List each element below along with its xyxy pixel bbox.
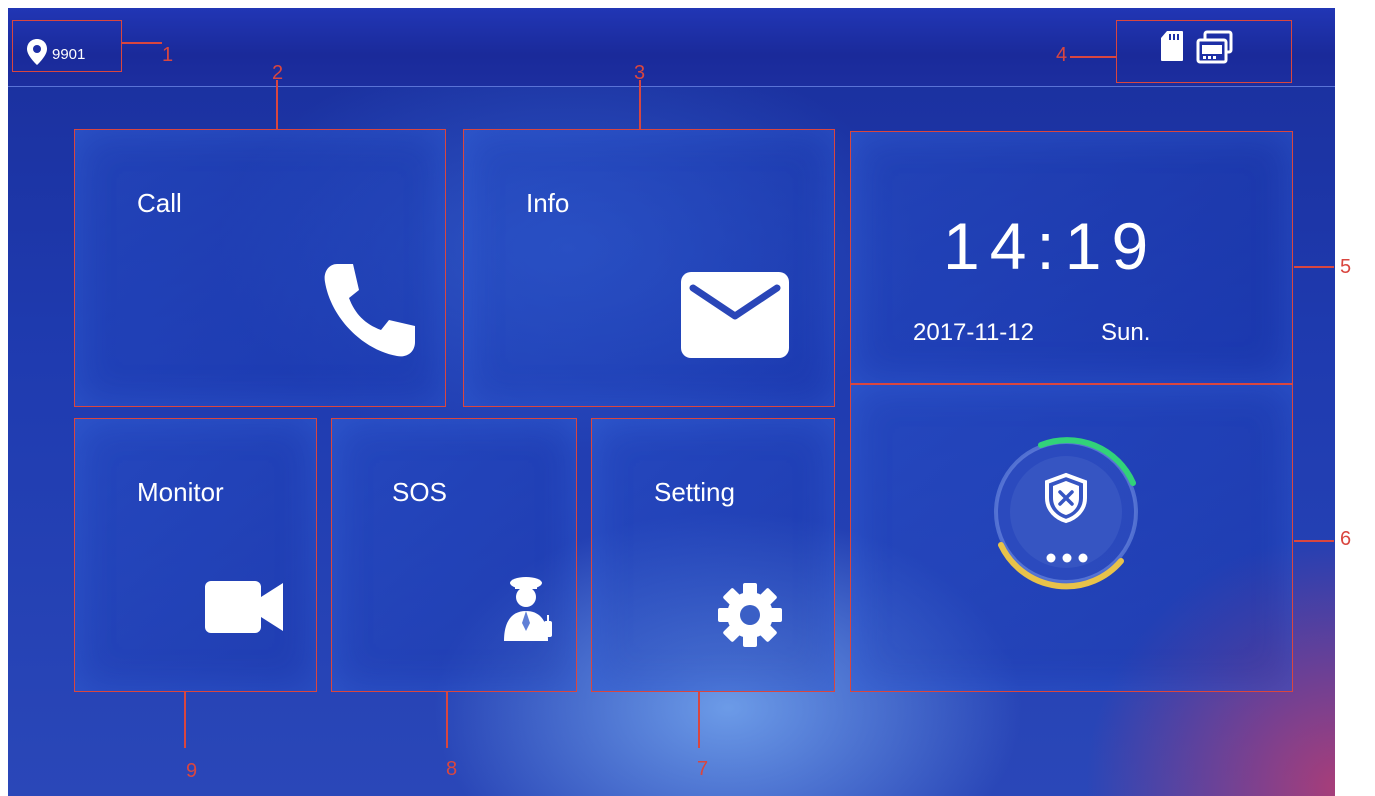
callout-4: 4	[1056, 44, 1068, 66]
arm-status-panel[interactable]	[850, 384, 1293, 692]
call-tile[interactable]: Call	[74, 129, 446, 407]
info-tile[interactable]: Info	[463, 129, 835, 407]
clock-time: 14:19	[943, 209, 1159, 283]
sos-tile[interactable]: SOS	[331, 418, 577, 692]
sos-label: SOS	[392, 477, 447, 507]
callout-6: 6	[1340, 528, 1352, 550]
clock-panel: 14:19 2017-11-12 Sun.	[850, 131, 1293, 384]
callout-3: 3	[634, 62, 646, 84]
callout-line-9	[184, 692, 186, 748]
more-dots-icon[interactable]	[1045, 551, 1089, 569]
video-camera-icon	[203, 579, 285, 640]
phone-icon	[319, 260, 419, 365]
gear-icon	[716, 581, 784, 654]
callout-line-3	[639, 80, 641, 130]
callout-line-6	[1294, 540, 1334, 542]
callout-box-4	[1116, 20, 1292, 83]
envelope-icon	[679, 270, 791, 365]
callout-line-1	[122, 42, 162, 44]
clock-date: 2017-11-12	[913, 319, 1034, 346]
callout-2: 2	[272, 62, 284, 84]
callout-line-2	[276, 80, 278, 130]
callout-5: 5	[1340, 256, 1352, 278]
callout-line-4	[1070, 56, 1116, 58]
callout-8: 8	[446, 758, 458, 780]
intercom-home-screen: 9901 Call Info 14:19 2017-11-12 Sun. Mon…	[8, 8, 1335, 796]
setting-label: Setting	[654, 477, 735, 507]
callout-7: 7	[697, 758, 709, 780]
callout-line-5	[1294, 266, 1334, 268]
setting-tile[interactable]: Setting	[591, 418, 835, 692]
callout-9: 9	[186, 760, 198, 782]
security-guard-icon	[498, 571, 558, 648]
info-label: Info	[526, 188, 570, 218]
monitor-tile[interactable]: Monitor	[74, 418, 317, 692]
monitor-label: Monitor	[137, 477, 224, 507]
shield-x-icon	[1043, 472, 1089, 529]
callout-line-8	[446, 692, 448, 748]
callout-line-7	[698, 692, 700, 748]
clock-weekday: Sun.	[1101, 319, 1151, 346]
call-label: Call	[137, 188, 182, 218]
callout-box-1	[12, 20, 122, 72]
callout-1: 1	[162, 44, 174, 66]
